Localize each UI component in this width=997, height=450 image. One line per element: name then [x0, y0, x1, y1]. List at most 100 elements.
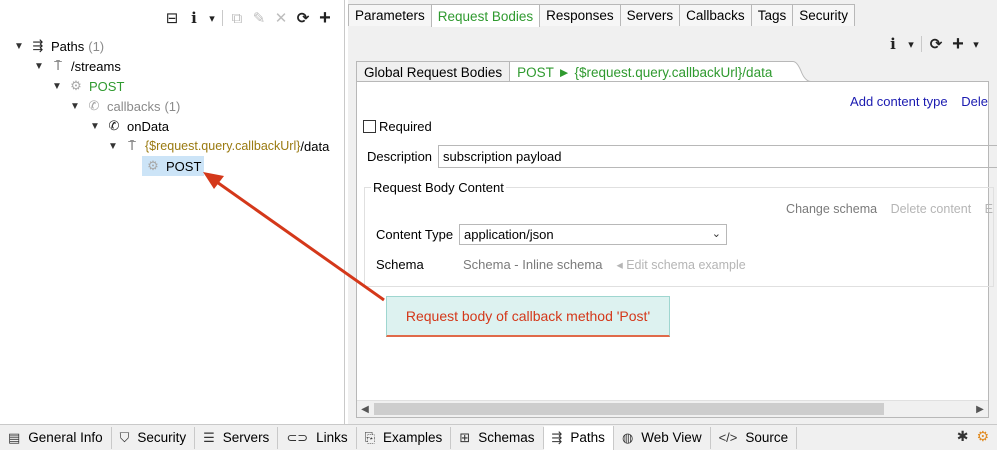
servers-icon: ☰	[203, 429, 215, 445]
tree-node-post[interactable]: ▼ ⚙ POST	[50, 76, 124, 96]
request-body-content-group: Request Body Content Change schema Delet…	[364, 180, 994, 287]
tab-security[interactable]: Security	[792, 4, 855, 26]
tree-node-count: (1)	[88, 38, 105, 54]
chevron-down-icon[interactable]: ▼	[12, 41, 26, 52]
tab-general-info[interactable]: ▤ General Info	[0, 426, 112, 449]
chevron-down-icon[interactable]: ▼	[32, 61, 46, 72]
tab-servers[interactable]: Servers	[619, 4, 681, 26]
bottom-tab-label: Paths	[570, 430, 605, 445]
tab-web-view[interactable]: ◍ Web View	[614, 426, 711, 449]
sub-tab-bar: Global Request Bodies POST ► {$request.q…	[356, 61, 812, 82]
change-schema-link[interactable]: Change schema	[786, 202, 877, 216]
editor-pane: Parameters Request Bodies Responses Serv…	[348, 0, 997, 424]
content-type-actions: Add content type Dele	[840, 94, 988, 109]
edit-icon[interactable]: ✎	[248, 8, 270, 28]
scroll-thumb[interactable]	[374, 403, 884, 415]
edit-schema-example-link[interactable]: ◂ Edit schema example	[616, 257, 745, 272]
tree-node-callbacks[interactable]: ▼ ✆ callbacks (1)	[68, 96, 180, 116]
tree-node-count: (1)	[164, 98, 181, 114]
delete-icon[interactable]: ✕	[270, 8, 292, 28]
tab-request-bodies[interactable]: Request Bodies	[430, 4, 541, 27]
callback-phone-icon: ✆	[88, 98, 100, 113]
description-field[interactable]: subscription payload	[438, 145, 997, 168]
schema-row: Schema Schema - Inline schema ◂ Edit sch…	[376, 257, 746, 272]
collapse-all-icon[interactable]: ⊟	[161, 8, 183, 28]
tree-node-label: Paths	[51, 38, 85, 54]
content-type-select[interactable]: application/json ⌄	[459, 224, 727, 245]
scroll-right-icon[interactable]: ▶	[972, 402, 988, 417]
subtab-current-request-body[interactable]: POST ► {$request.query.callbackUrl}/data	[509, 61, 793, 82]
shield-icon: ⛉	[119, 429, 130, 445]
tab-paths[interactable]: ⇶ Paths	[543, 425, 614, 450]
tab-examples[interactable]: ⎘ Examples	[357, 426, 452, 449]
tree-node-ondata[interactable]: ▼ ✆ onData	[88, 116, 169, 136]
tab-security-bottom[interactable]: ⛉ Security	[112, 426, 196, 449]
tree-node-streams[interactable]: ▼ ⍑ /streams	[32, 56, 121, 76]
tab-links[interactable]: ⊂⊃ Links	[278, 426, 357, 449]
path-signpost-icon: ⍑	[128, 138, 136, 153]
bottom-tab-label: Web View	[641, 430, 702, 445]
info-dropdown-icon[interactable]: ▾	[205, 8, 219, 28]
info-icon[interactable]: i	[183, 8, 205, 28]
info-icon[interactable]: i	[882, 34, 904, 54]
add-dropdown-icon[interactable]: ▾	[969, 34, 983, 54]
edit-link[interactable]: E	[985, 202, 993, 216]
content-actions: Change schema Delete content E	[776, 202, 993, 216]
tree-node-label: callbacks	[107, 98, 161, 114]
annotation-callout: Request body of callback method 'Post'	[386, 296, 670, 337]
tree-node-callback-url[interactable]: ▼ ⍑ {$request.query.callbackUrl} /data	[106, 136, 329, 156]
top-tab-bar: Parameters Request Bodies Responses Serv…	[348, 4, 855, 27]
settings-gear-icon[interactable]: ⚙	[976, 428, 989, 445]
bottom-tab-label: Servers	[222, 430, 270, 445]
tree-node-label: /streams	[71, 58, 121, 74]
add-content-type-link[interactable]: Add content type	[850, 94, 948, 109]
bottom-tab-bar: ▤ General Info ⛉ Security ☰ Servers ⊂⊃ L…	[0, 424, 997, 450]
bug-icon[interactable]: ✱	[957, 428, 969, 445]
chevron-down-icon[interactable]: ▼	[68, 101, 82, 112]
tab-responses[interactable]: Responses	[539, 4, 621, 26]
callback-phone-icon: ✆	[108, 118, 120, 133]
tree-pane: ⊟ i ▾ ⧉ ✎ ✕ ⟳ + ▼ ⇶ Paths (1) ▼ ⍑ /strea…	[0, 0, 345, 424]
bottom-tab-label: Examples	[383, 430, 443, 445]
tree-node-callback-post[interactable]: ⚙ POST	[142, 156, 205, 176]
refresh-icon[interactable]: ⟳	[292, 8, 314, 28]
tab-parameters[interactable]: Parameters	[348, 4, 432, 26]
add-icon[interactable]: +	[314, 7, 336, 29]
tree-node-paths[interactable]: ▼ ⇶ Paths (1)	[12, 36, 104, 56]
description-label: Description	[367, 149, 433, 164]
tab-schemas[interactable]: ⊞ Schemas	[451, 426, 544, 449]
chevron-down-icon[interactable]: ▼	[106, 141, 120, 152]
refresh-icon[interactable]: ⟳	[925, 34, 947, 54]
chevron-down-icon[interactable]: ▼	[88, 121, 102, 132]
tab-source[interactable]: </> Source	[711, 426, 798, 449]
code-icon: </>	[718, 430, 738, 445]
required-checkbox[interactable]	[363, 120, 376, 133]
toolbar-separator	[921, 36, 922, 52]
schema-value: Schema - Inline schema	[463, 257, 603, 272]
toolbar-separator	[222, 10, 223, 26]
content-type-row: Content Type application/json ⌄	[376, 224, 727, 245]
add-icon[interactable]: +	[947, 33, 969, 55]
copy-icon[interactable]: ⧉	[226, 8, 248, 28]
required-checkbox-row[interactable]: Required	[363, 119, 432, 134]
bottom-tab-label: General Info	[28, 430, 103, 445]
horizontal-scrollbar[interactable]: ◀ ▶	[357, 400, 988, 417]
tree-node-label: POST	[89, 78, 125, 94]
tab-tags[interactable]: Tags	[750, 4, 794, 26]
tab-servers-bottom[interactable]: ☰ Servers	[195, 426, 279, 449]
path-signpost-icon: ⍑	[54, 58, 62, 73]
gear-icon: ⚙	[70, 78, 82, 93]
chevron-down-icon[interactable]: ▼	[50, 81, 64, 92]
request-body-panel: Global Request Bodies POST ► {$request.q…	[356, 60, 997, 418]
paths-icon: ⇶	[32, 38, 44, 53]
tree-node-label: /data	[300, 138, 330, 154]
tab-callbacks[interactable]: Callbacks	[679, 4, 752, 26]
delete-link[interactable]: Dele	[961, 94, 988, 109]
chevron-down-icon[interactable]: ⌄	[712, 227, 721, 240]
tree-node-label: POST	[166, 158, 202, 174]
subtab-global-request-bodies[interactable]: Global Request Bodies	[356, 61, 511, 82]
scroll-left-icon[interactable]: ◀	[357, 402, 373, 417]
delete-content-link[interactable]: Delete content	[891, 202, 972, 216]
info-dropdown-icon[interactable]: ▾	[904, 34, 918, 54]
callout-text: Request body of callback method 'Post'	[405, 308, 651, 324]
